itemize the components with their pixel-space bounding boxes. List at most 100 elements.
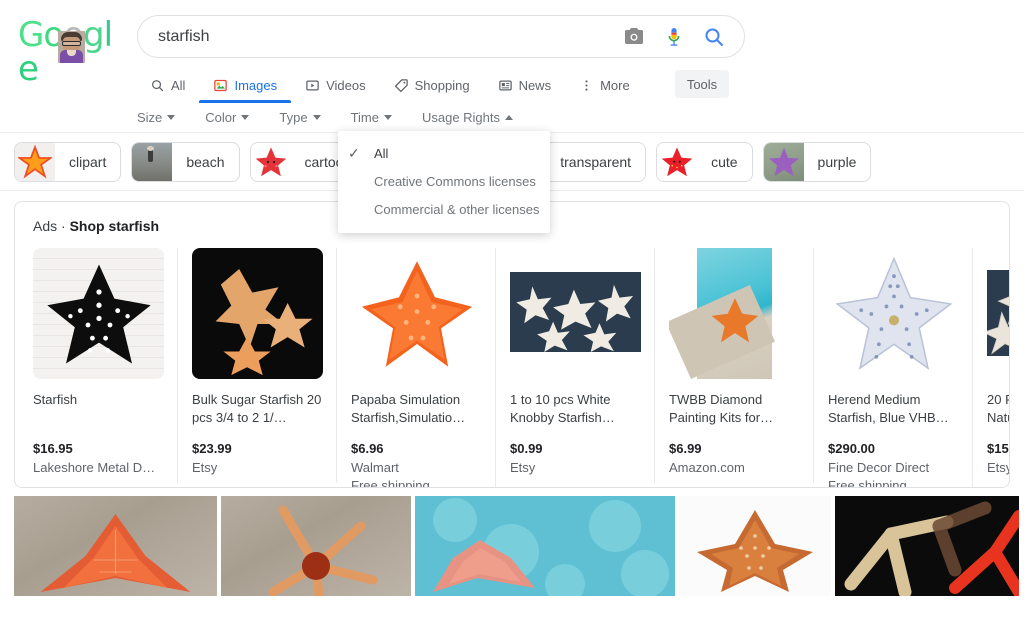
product-image[interactable] (351, 248, 482, 379)
tab-all[interactable]: All (150, 68, 199, 102)
usage-rights-option-commercial[interactable]: Commercial & other licenses (338, 195, 550, 223)
tab-videos[interactable]: Videos (291, 68, 380, 102)
chevron-down-icon (312, 115, 321, 120)
product-title: 1 to 10 pcs White Knobby Starfish… (510, 392, 615, 425)
tools-button[interactable]: Tools (675, 70, 729, 98)
product-price: $15.49 (987, 441, 1009, 456)
tab-more-label: More (600, 77, 630, 93)
image-results-grid (0, 488, 1024, 598)
image-result[interactable] (14, 496, 217, 596)
filter-usage-rights[interactable]: Usage Rights (422, 110, 529, 125)
chip-cute[interactable]: cute (656, 142, 753, 182)
google-doodle[interactable] (58, 31, 85, 63)
filter-time-label: Time (350, 110, 379, 125)
filter-time[interactable]: Time (351, 110, 408, 125)
product-card[interactable]: Starfish $16.95 Lakeshore Metal D… (33, 248, 178, 483)
chip-beach-label: beach (186, 154, 225, 170)
red-cartoon-star-icon (250, 143, 291, 181)
google-logo[interactable]: Google (18, 18, 116, 86)
usage-rights-option-creative-commons-label: Creative Commons licenses (374, 173, 536, 189)
kebab-icon (585, 79, 588, 91)
image-result[interactable] (835, 496, 1019, 596)
product-card[interactable]: Papaba Simulation Starfish,Simulatio… $6… (351, 248, 496, 488)
tab-all-label: All (171, 77, 186, 93)
product-merchant: Walmart (351, 460, 399, 475)
product-card[interactable]: 1 to 10 pcs White Knobby Starfish… $0.99… (510, 248, 655, 483)
tab-shopping[interactable]: Shopping (380, 68, 484, 102)
chevron-up-icon (505, 115, 514, 120)
product-card[interactable]: TWBB Diamond Painting Kits for… $6.99 Am… (669, 248, 814, 483)
page-header: Google (0, 0, 1024, 86)
product-title: TWBB Diamond Painting Kits for… (669, 392, 774, 425)
product-price: $6.96 (351, 441, 384, 456)
product-image[interactable] (192, 248, 323, 379)
product-image[interactable] (33, 248, 164, 379)
usage-rights-option-all-label: All (374, 145, 389, 161)
product-title: 20 Finger Starfish Natural White 20… (987, 392, 1009, 425)
filter-type-label: Type (279, 110, 308, 125)
video-icon (306, 80, 319, 90)
camera-icon[interactable] (622, 25, 646, 49)
image-result[interactable] (415, 496, 675, 596)
red-cute-star-icon (657, 143, 698, 181)
chip-transparent-label: transparent (560, 154, 632, 170)
product-image[interactable] (987, 248, 1009, 379)
ads-title-text: Shop starfish (69, 218, 160, 234)
product-shipping: Free shipping (351, 478, 430, 488)
product-shipping: Free shipping (828, 478, 907, 488)
purple-star-icon (763, 143, 804, 181)
search-submit-icon[interactable] (702, 25, 726, 49)
product-merchant: Lakeshore Metal D… (33, 460, 156, 475)
product-image[interactable] (669, 248, 800, 379)
product-title: Papaba Simulation Starfish,Simulatio… (351, 392, 466, 425)
image-result[interactable] (679, 496, 831, 596)
product-price: $290.00 (828, 441, 875, 456)
magnifier-icon (152, 79, 164, 91)
tab-shopping-label: Shopping (414, 77, 470, 93)
chevron-down-icon (167, 115, 176, 120)
nav-tabs-row: All Images Videos Shopping News More Too… (0, 68, 1024, 103)
product-merchant: Etsy (987, 460, 1010, 475)
chip-clipart[interactable]: clipart (14, 142, 122, 182)
tab-news[interactable]: News (484, 68, 566, 102)
product-title: Bulk Sugar Starfish 20 pcs 3/4 to 2 1/… (192, 392, 322, 425)
filter-row: Size Color Type Time Usage Rights (0, 102, 1024, 133)
filter-size-label: Size (137, 110, 163, 125)
filter-size[interactable]: Size (137, 110, 191, 125)
usage-rights-dropdown[interactable]: ✓ All Creative Commons licenses Commerci… (338, 131, 550, 233)
product-merchant: Fine Decor Direct (828, 460, 930, 475)
usage-rights-option-all[interactable]: ✓ All (338, 139, 550, 167)
filter-usage-rights-label: Usage Rights (421, 110, 501, 125)
tab-images[interactable]: Images (199, 68, 291, 103)
product-merchant: Amazon.com (669, 460, 745, 475)
images-icon (214, 79, 228, 91)
filter-color[interactable]: Color (205, 110, 265, 125)
search-bar[interactable] (137, 15, 745, 58)
search-input[interactable] (138, 16, 622, 57)
filter-type[interactable]: Type (279, 110, 336, 125)
shopping-ads-panel: Ads · Shop starfish Starfish $16.95 Lake… (14, 201, 1010, 488)
microphone-icon[interactable] (662, 25, 686, 49)
product-card[interactable]: 20 Finger Starfish Natural White 20… $15… (987, 248, 1010, 483)
product-card[interactable]: Herend Medium Starfish, Blue VHB… $290.0… (828, 248, 973, 488)
chip-purple[interactable]: purple (762, 142, 872, 182)
beach-photo-thumb (132, 143, 173, 181)
image-result[interactable] (221, 496, 411, 596)
tab-more[interactable]: More (565, 68, 644, 102)
chevron-down-icon (241, 115, 250, 120)
product-image[interactable] (828, 248, 959, 379)
product-title: Starfish (33, 392, 78, 407)
tab-videos-label: Videos (326, 77, 366, 93)
product-image[interactable] (510, 248, 641, 379)
chip-clipart-label: clipart (69, 154, 107, 170)
chip-beach[interactable]: beach (131, 142, 240, 182)
product-price: $0.99 (510, 441, 543, 456)
chevron-down-icon (383, 115, 392, 120)
product-title: Herend Medium Starfish, Blue VHB… (828, 392, 949, 425)
product-merchant: Etsy (510, 460, 536, 475)
usage-rights-option-commercial-label: Commercial & other licenses (374, 201, 540, 217)
tab-news-label: News (518, 77, 552, 93)
product-price: $6.99 (669, 441, 702, 456)
usage-rights-option-creative-commons[interactable]: Creative Commons licenses (338, 167, 550, 195)
product-card[interactable]: Bulk Sugar Starfish 20 pcs 3/4 to 2 1/… … (192, 248, 337, 483)
